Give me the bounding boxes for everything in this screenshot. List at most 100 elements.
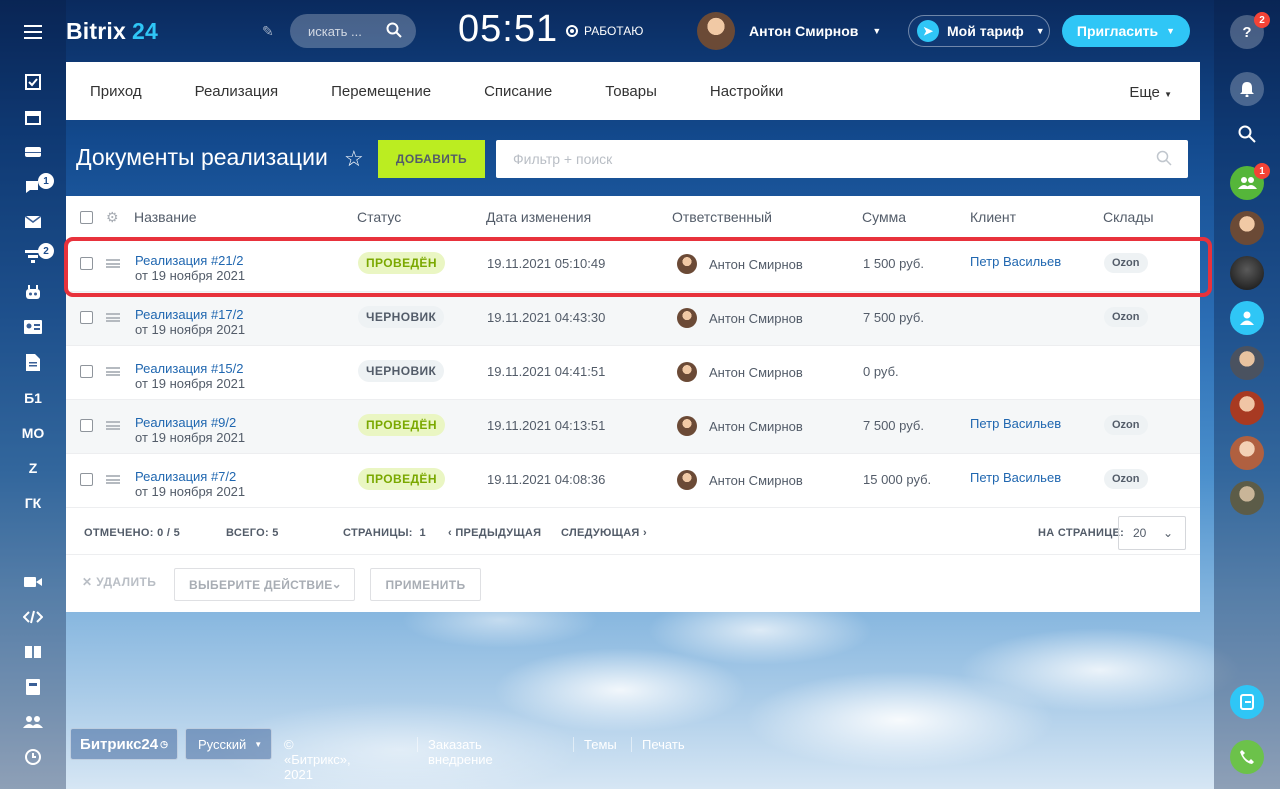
responsible[interactable]: Антон Смирнов [677,308,803,328]
avatar[interactable] [1230,436,1264,470]
column-header-sum[interactable]: Сумма [862,209,906,225]
footer-link-print[interactable]: Печать [642,737,685,752]
work-status[interactable]: РАБОТАЮ [566,24,643,38]
responsible[interactable]: Антон Смирнов [677,362,803,382]
row-checkbox[interactable] [80,365,93,378]
chevron-down-icon: ▼ [1166,26,1176,36]
knowledge-book-icon[interactable] [0,637,66,667]
column-header-name[interactable]: Название [134,209,197,225]
column-header-modified[interactable]: Дата изменения [486,209,591,225]
column-header-responsible[interactable]: Ответственный [672,209,772,225]
screen-share-icon[interactable] [1230,685,1264,719]
menu-item-gk[interactable]: ГК [0,488,66,518]
table-row[interactable]: Реализация #17/2 от 19 ноября 2021 ЧЕРНО… [66,292,1200,346]
title-row: Документы реализации ☆ ДОБАВИТЬ Фильтр +… [76,140,1188,178]
column-header-stores[interactable]: Склады [1103,209,1154,225]
select-all-checkbox[interactable] [80,211,93,224]
menu-item-z[interactable]: Z [0,453,66,483]
menu-item-mo[interactable]: МО [0,418,66,448]
column-header-client[interactable]: Клиент [970,209,1016,225]
prev-page-button[interactable]: ‹ ПРЕДЫДУЩАЯ [448,527,541,539]
drag-handle-icon[interactable] [106,367,120,376]
footer-link-themes[interactable]: Темы [584,737,617,752]
team-icon[interactable]: 1 [1230,163,1270,200]
open-line-icon[interactable] [1230,301,1264,335]
document-icon[interactable] [0,347,66,377]
language-select[interactable]: Русский ▼ [185,728,272,760]
menu-item-b1[interactable]: Б1 [0,383,66,413]
drag-handle-icon[interactable] [106,313,120,322]
tab-receipt[interactable]: Приход [90,83,142,100]
chevron-down-icon: ▼ [1164,90,1172,99]
drag-handle-icon[interactable] [106,421,120,430]
search-icon[interactable] [1230,117,1264,151]
tariff-button[interactable]: ➤ Мой тариф ▼ [908,15,1050,47]
footer-logo[interactable]: Битрикс24 ◷ [70,728,178,760]
chevron-left-icon: ‹ [448,527,452,539]
filter-search-input[interactable]: Фильтр + поиск [496,140,1188,178]
mail-icon[interactable] [0,207,66,237]
pages-value[interactable]: 1 [419,527,425,539]
phone-icon[interactable] [1230,740,1264,774]
drag-handle-icon[interactable] [106,475,120,484]
code-icon[interactable] [0,602,66,632]
tab-transfer[interactable]: Перемещение [331,83,431,100]
client-link[interactable]: Петр Васильев [970,416,1061,431]
bitrix24-logo[interactable]: Bitrix 24 [66,18,158,45]
action-select[interactable]: ВЫБЕРИТЕ ДЕЙСТВИЕ ⌄ [174,568,355,601]
pencil-icon[interactable]: ✎ [262,23,274,40]
user-menu[interactable]: Антон Смирнов ▼ [697,12,881,50]
feed-icon[interactable]: 2 [0,242,66,272]
avatar[interactable] [1230,256,1264,290]
delete-button[interactable]: ✕ УДАЛИТЬ [82,575,156,589]
drive-icon[interactable] [0,137,66,167]
tab-sales[interactable]: Реализация [195,83,278,100]
video-icon[interactable] [0,567,66,597]
tab-products[interactable]: Товары [605,83,657,100]
prev-label: ПРЕДЫДУЩАЯ [455,527,542,539]
tab-more[interactable]: Еще ▼ [1129,84,1172,101]
avatar[interactable] [1230,391,1264,425]
help-icon[interactable]: ? 2 [1230,12,1270,49]
client-link[interactable]: Петр Васильев [970,470,1061,485]
tab-settings[interactable]: Настройки [710,83,784,100]
avatar[interactable] [1230,481,1264,515]
row-checkbox[interactable] [80,311,93,324]
tab-write-off[interactable]: Списание [484,83,552,100]
invite-button[interactable]: Пригласить ▼ [1062,15,1190,47]
responsible[interactable]: Антон Смирнов [677,470,803,490]
robot-icon[interactable] [0,277,66,307]
table-row[interactable]: Реализация #15/2 от 19 ноября 2021 ЧЕРНО… [66,346,1200,400]
next-page-button[interactable]: СЛЕДУЮЩАЯ › [561,527,647,539]
contact-card-icon[interactable] [0,312,66,342]
table-row[interactable]: Реализация #7/2 от 19 ноября 2021 ПРОВЕД… [66,454,1200,508]
search-input[interactable]: искать ... [290,14,416,48]
document-link[interactable]: Реализация #7/2 [135,469,236,484]
add-button[interactable]: ДОБАВИТЬ [378,140,485,178]
action-select-label: ВЫБЕРИТЕ ДЕЙСТВИЕ [189,577,333,592]
document-link[interactable]: Реализация #9/2 [135,415,236,430]
column-header-status[interactable]: Статус [357,209,401,225]
notifications-bell-icon[interactable] [1230,72,1264,106]
responsible[interactable]: Антон Смирнов [677,416,803,436]
employees-icon[interactable] [0,707,66,737]
tasks-icon[interactable] [0,67,66,97]
settings-gear-icon[interactable]: ⚙ [106,209,119,226]
star-icon[interactable]: ☆ [344,146,364,172]
table-row[interactable]: Реализация #9/2 от 19 ноября 2021 ПРОВЕД… [66,400,1200,454]
document-link[interactable]: Реализация #15/2 [135,361,244,376]
avatar[interactable] [1230,346,1264,380]
avatar[interactable] [1230,211,1264,245]
row-checkbox[interactable] [80,419,93,432]
per-page-select[interactable]: 20 ⌄ [1118,516,1186,550]
clock-history-icon[interactable] [0,742,66,772]
chat-icon[interactable]: 1 [0,172,66,202]
footer-link-implementation[interactable]: Заказать внедрение [428,737,493,767]
document-link[interactable]: Реализация #17/2 [135,307,244,322]
search-icon[interactable] [1156,150,1172,169]
news-icon[interactable] [0,672,66,702]
search-icon[interactable] [386,22,402,41]
row-checkbox[interactable] [80,473,93,486]
apply-button[interactable]: ПРИМЕНИТЬ [370,568,481,601]
calendar-icon[interactable] [0,102,66,132]
